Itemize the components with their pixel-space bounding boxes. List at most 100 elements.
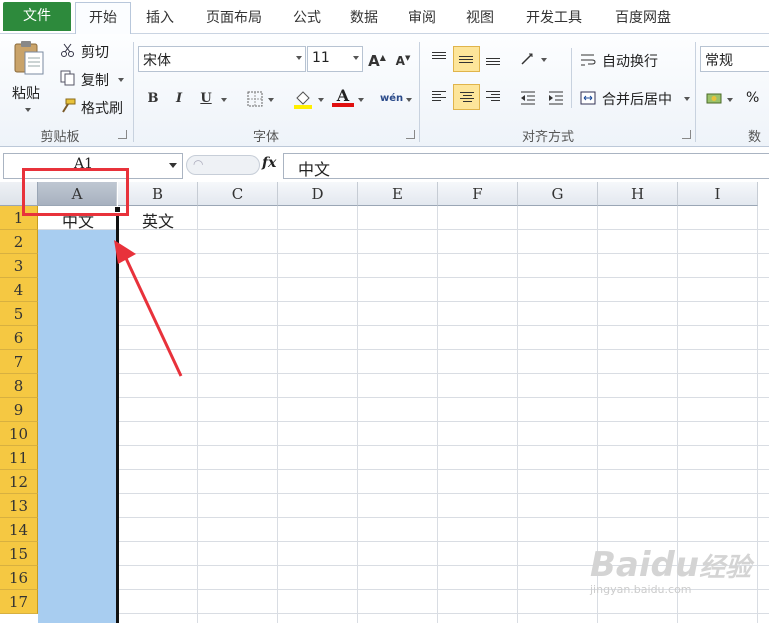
font-size-value: 11 (312, 50, 330, 66)
tab-insert[interactable]: 插入 (136, 6, 184, 30)
shrink-font-button[interactable]: A▼ (392, 47, 414, 69)
row-header-14[interactable]: 14 (0, 518, 38, 542)
formula-value: 中文 (298, 160, 331, 179)
row-header-3[interactable]: 3 (0, 254, 38, 278)
clipboard-launcher-icon[interactable] (118, 130, 127, 139)
tab-view[interactable]: 视图 (456, 6, 504, 30)
tab-home[interactable]: 开始 (75, 2, 131, 34)
row-header-7[interactable]: 7 (0, 350, 38, 374)
paste-button[interactable]: 粘贴 (6, 38, 52, 120)
formula-buttons: ◠ fx (184, 153, 280, 177)
italic-button[interactable]: I (168, 88, 190, 110)
group-divider (571, 48, 572, 108)
align-left-button[interactable] (428, 86, 450, 108)
underline-button[interactable]: U (195, 88, 217, 110)
merge-cells-icon (580, 91, 596, 105)
formula-handle[interactable]: ◠ (186, 155, 260, 175)
borders-dropdown-icon[interactable] (268, 98, 274, 102)
align-center-button[interactable] (453, 84, 480, 110)
fill-color-icon[interactable] (292, 88, 314, 110)
column-a-selection (38, 230, 116, 623)
row-header-4[interactable]: 4 (0, 278, 38, 302)
row-header-11[interactable]: 11 (0, 446, 38, 470)
column-header-c[interactable]: C (198, 182, 278, 206)
column-header-e[interactable]: E (358, 182, 438, 206)
tab-review[interactable]: 审阅 (398, 6, 446, 30)
copy-button[interactable]: 复制 (60, 68, 130, 90)
row-header-9[interactable]: 9 (0, 398, 38, 422)
fill-color-dropdown-icon[interactable] (318, 98, 324, 102)
font-size-select[interactable]: 11 (307, 46, 363, 72)
column-header-i[interactable]: I (678, 182, 758, 206)
font-color-button[interactable]: A (332, 86, 354, 110)
grow-font-label: A (368, 52, 380, 70)
align-middle-button[interactable] (453, 46, 480, 72)
font-color-dropdown-icon[interactable] (358, 98, 364, 102)
borders-icon[interactable] (247, 91, 263, 107)
copy-dropdown-icon[interactable] (118, 78, 124, 82)
tab-baidu-pan[interactable]: 百度网盘 (604, 6, 682, 30)
row-header-6[interactable]: 6 (0, 326, 38, 350)
currency-dropdown-icon[interactable] (727, 98, 733, 102)
phonetic-dropdown-icon[interactable] (406, 98, 412, 102)
cell-b1[interactable]: 英文 (142, 208, 174, 232)
column-header-d[interactable]: D (278, 182, 358, 206)
row-header-8[interactable]: 8 (0, 374, 38, 398)
align-top-button[interactable] (428, 48, 450, 70)
paste-icon (14, 41, 44, 75)
number-group-label: 数 (748, 130, 762, 145)
wrap-text-button[interactable]: 自动换行 (580, 49, 680, 71)
font-group-label: 字体 (252, 130, 279, 145)
font-launcher-icon[interactable] (406, 130, 415, 139)
currency-format-icon[interactable] (706, 91, 722, 107)
row-header-15[interactable]: 15 (0, 542, 38, 566)
row-header-10[interactable]: 10 (0, 422, 38, 446)
align-middle-icon (459, 54, 473, 65)
align-right-button[interactable] (482, 86, 504, 108)
alignment-launcher-icon[interactable] (682, 130, 691, 139)
ribbon-tab-bar: 文件 开始 插入 页面布局 公式 数据 审阅 视图 开发工具 百度网盘 (0, 0, 769, 34)
merge-center-button[interactable]: 合并后居中 (580, 87, 695, 109)
align-right-icon (486, 89, 500, 103)
insert-function-icon[interactable]: fx (262, 155, 276, 171)
name-box-dropdown-icon[interactable] (169, 163, 177, 168)
decrease-indent-icon[interactable] (520, 90, 536, 106)
row-header-17[interactable]: 17 (0, 590, 38, 614)
increase-indent-icon[interactable] (548, 90, 564, 106)
bold-button[interactable]: B (142, 88, 164, 110)
tab-data[interactable]: 数据 (340, 6, 388, 30)
align-bottom-button[interactable] (482, 48, 504, 70)
merge-dropdown-icon[interactable] (684, 97, 690, 101)
formula-input[interactable]: 中文 (283, 153, 769, 179)
row-header-16[interactable]: 16 (0, 566, 38, 590)
phonetic-guide-button[interactable]: wén (380, 88, 403, 110)
row-header-5[interactable]: 5 (0, 302, 38, 326)
row-header-12[interactable]: 12 (0, 470, 38, 494)
column-header-g[interactable]: G (518, 182, 598, 206)
underline-dropdown-icon[interactable] (221, 98, 227, 102)
row-header-2[interactable]: 2 (0, 230, 38, 254)
number-format-select[interactable]: 常规 (700, 46, 769, 72)
watermark: Baidu经验 jingyan.baidu.com (590, 545, 760, 615)
percent-button[interactable]: % (746, 90, 759, 106)
paste-dropdown-icon[interactable] (25, 108, 31, 112)
cut-button[interactable]: 剪切 (60, 40, 130, 62)
tab-developer[interactable]: 开发工具 (515, 6, 593, 30)
tab-page-layout[interactable]: 页面布局 (196, 6, 272, 30)
watermark-brand2: 经验 (699, 553, 752, 583)
highlight-box (22, 168, 129, 216)
tab-file[interactable]: 文件 (3, 2, 71, 31)
grow-font-button[interactable]: A▲ (366, 47, 388, 70)
column-header-f[interactable]: F (438, 182, 518, 206)
annotation-arrow (114, 240, 183, 377)
tab-formulas[interactable]: 公式 (283, 6, 331, 30)
column-header-b[interactable]: B (118, 182, 198, 206)
alignment-group-label: 对齐方式 (521, 130, 574, 145)
format-painter-button[interactable]: 格式刷 (60, 96, 130, 118)
column-header-h[interactable]: H (598, 182, 678, 206)
font-name-select[interactable]: 宋体 (138, 46, 306, 72)
number-format-value: 常规 (705, 53, 733, 69)
orientation-dropdown-icon[interactable] (541, 58, 547, 62)
row-header-13[interactable]: 13 (0, 494, 38, 518)
orientation-icon[interactable] (520, 52, 536, 68)
